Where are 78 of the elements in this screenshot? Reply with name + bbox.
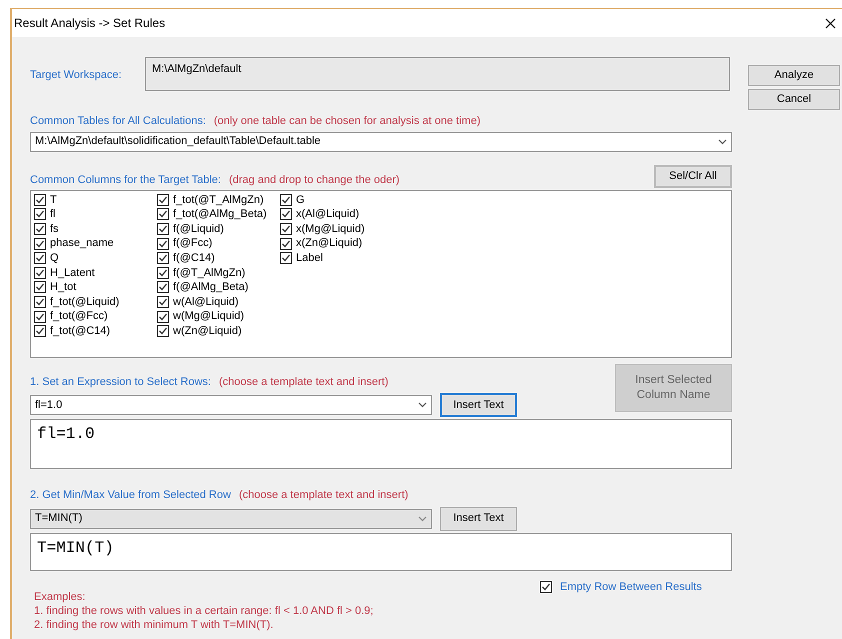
window-title: Result Analysis -> Set Rules xyxy=(14,15,166,32)
checkbox-label: w(Mg@Liquid) xyxy=(173,309,244,324)
checkbox-label: H_tot xyxy=(50,280,76,296)
checkbox[interactable] xyxy=(34,296,46,308)
checkbox[interactable] xyxy=(280,238,292,250)
checkbox-label: Q xyxy=(50,250,59,266)
hint-text: (only one table can be chosen for analysis at one time) xyxy=(214,114,480,129)
checkbox[interactable] xyxy=(34,325,46,338)
checkbox[interactable] xyxy=(34,266,46,279)
hint-text: (choose a template text and insert) xyxy=(218,374,388,390)
checkbox[interactable] xyxy=(34,194,46,206)
checkbox-label: f(@AlMg_Beta) xyxy=(173,280,248,296)
checkbox[interactable] xyxy=(157,325,169,338)
checkbox-label: H_Latent xyxy=(50,266,95,281)
checkbox[interactable] xyxy=(157,296,169,308)
checkbox[interactable] xyxy=(34,238,46,250)
checkbox[interactable] xyxy=(34,310,46,323)
expression-field[interactable]: fl=1.0 xyxy=(30,419,732,469)
checkbox-label: f(@T_AlMgZn) xyxy=(173,266,246,281)
checkbox-label: f_tot(@Fcc) xyxy=(50,309,108,324)
checkbox-label: fl xyxy=(50,207,56,222)
close-icon[interactable] xyxy=(825,18,836,28)
field-label: 2. Get Min/Max Value from Selected Row xyxy=(30,488,231,503)
checkbox-label: Label xyxy=(296,250,323,266)
checkbox[interactable] xyxy=(280,194,292,206)
insert-text-button[interactable]: Insert Text xyxy=(440,393,517,417)
expression-field[interactable]: T=MIN(T) xyxy=(30,532,732,570)
field-label: Common Tables for All Calculations: xyxy=(30,114,206,129)
checkbox-label: x(Mg@Liquid) xyxy=(296,222,365,237)
field-label: 1. Set an Expression to Select Rows: xyxy=(30,374,211,390)
checkbox-label: fs xyxy=(50,222,59,237)
checkbox[interactable] xyxy=(157,310,169,323)
hint-text: (drag and drop to change the oder) xyxy=(228,173,400,188)
example-text: 1. finding the rows with values in a certain range: fl < 1.0 AND fl > 0.9; xyxy=(34,604,374,618)
checkbox-label: G xyxy=(296,192,305,208)
checkbox-label: x(Zn@Liquid) xyxy=(296,236,362,252)
checkbox-label: x(Al@Liquid) xyxy=(296,207,360,222)
dialog-button[interactable]: Analyze xyxy=(748,65,840,86)
checkbox-label: f_tot(@AlMg_Beta) xyxy=(173,207,267,222)
checkbox[interactable] xyxy=(540,580,552,593)
dropdown[interactable]: M:\AlMgZn\default\solidification_default\Table\Default.table xyxy=(30,132,732,152)
dropdown-caret-icon[interactable] xyxy=(718,138,727,144)
insert-text-button[interactable]: Insert Text xyxy=(440,506,517,530)
checkbox[interactable] xyxy=(34,208,46,220)
checkbox[interactable] xyxy=(157,266,169,279)
checkbox-label: f_tot(@T_AlMgZn) xyxy=(173,192,264,208)
select-all-button[interactable]: Sel/Clr All xyxy=(654,164,732,188)
checkbox[interactable] xyxy=(280,222,292,235)
checkbox[interactable] xyxy=(34,222,46,235)
checkbox[interactable] xyxy=(157,208,169,220)
checkbox[interactable] xyxy=(157,222,169,235)
checkbox[interactable] xyxy=(34,281,46,294)
checkbox[interactable] xyxy=(157,194,169,206)
field-label: Common Columns for the Target Table: xyxy=(30,173,221,188)
hint-text: (choose a template text and insert) xyxy=(238,488,408,503)
checkbox-label: f_tot(@Liquid) xyxy=(50,294,120,310)
checkbox[interactable] xyxy=(280,208,292,220)
checkbox-label: Empty Row Between Results xyxy=(560,580,702,594)
dropdown-caret-icon[interactable] xyxy=(418,402,427,408)
checkbox-label: f(@Liquid) xyxy=(173,222,224,237)
example-text: Examples: xyxy=(34,590,86,604)
checkbox-label: f(@C14) xyxy=(173,250,215,266)
checkbox[interactable] xyxy=(157,252,169,264)
dialog-button[interactable]: Cancel xyxy=(748,89,840,110)
dropdown[interactable]: fl=1.0 xyxy=(30,395,432,415)
checkbox[interactable] xyxy=(157,281,169,294)
checkbox-label: w(Zn@Liquid) xyxy=(173,324,242,339)
checkbox-label: T xyxy=(50,192,57,208)
example-text: 2. finding the row with minimum T with T=MIN(T). xyxy=(34,618,274,632)
checkbox-label: w(Al@Liquid) xyxy=(173,294,239,310)
checkbox[interactable] xyxy=(34,252,46,264)
field-label: Target Workspace: xyxy=(30,68,123,83)
checkbox[interactable] xyxy=(157,238,169,250)
checkbox-label: f_tot(@C14) xyxy=(50,324,110,339)
checkbox[interactable] xyxy=(280,252,292,264)
checkbox-label: phase_name xyxy=(50,236,114,252)
checkbox-label: f(@Fcc) xyxy=(173,236,212,252)
workspace-field: M:\AlMgZn\default xyxy=(145,57,730,91)
